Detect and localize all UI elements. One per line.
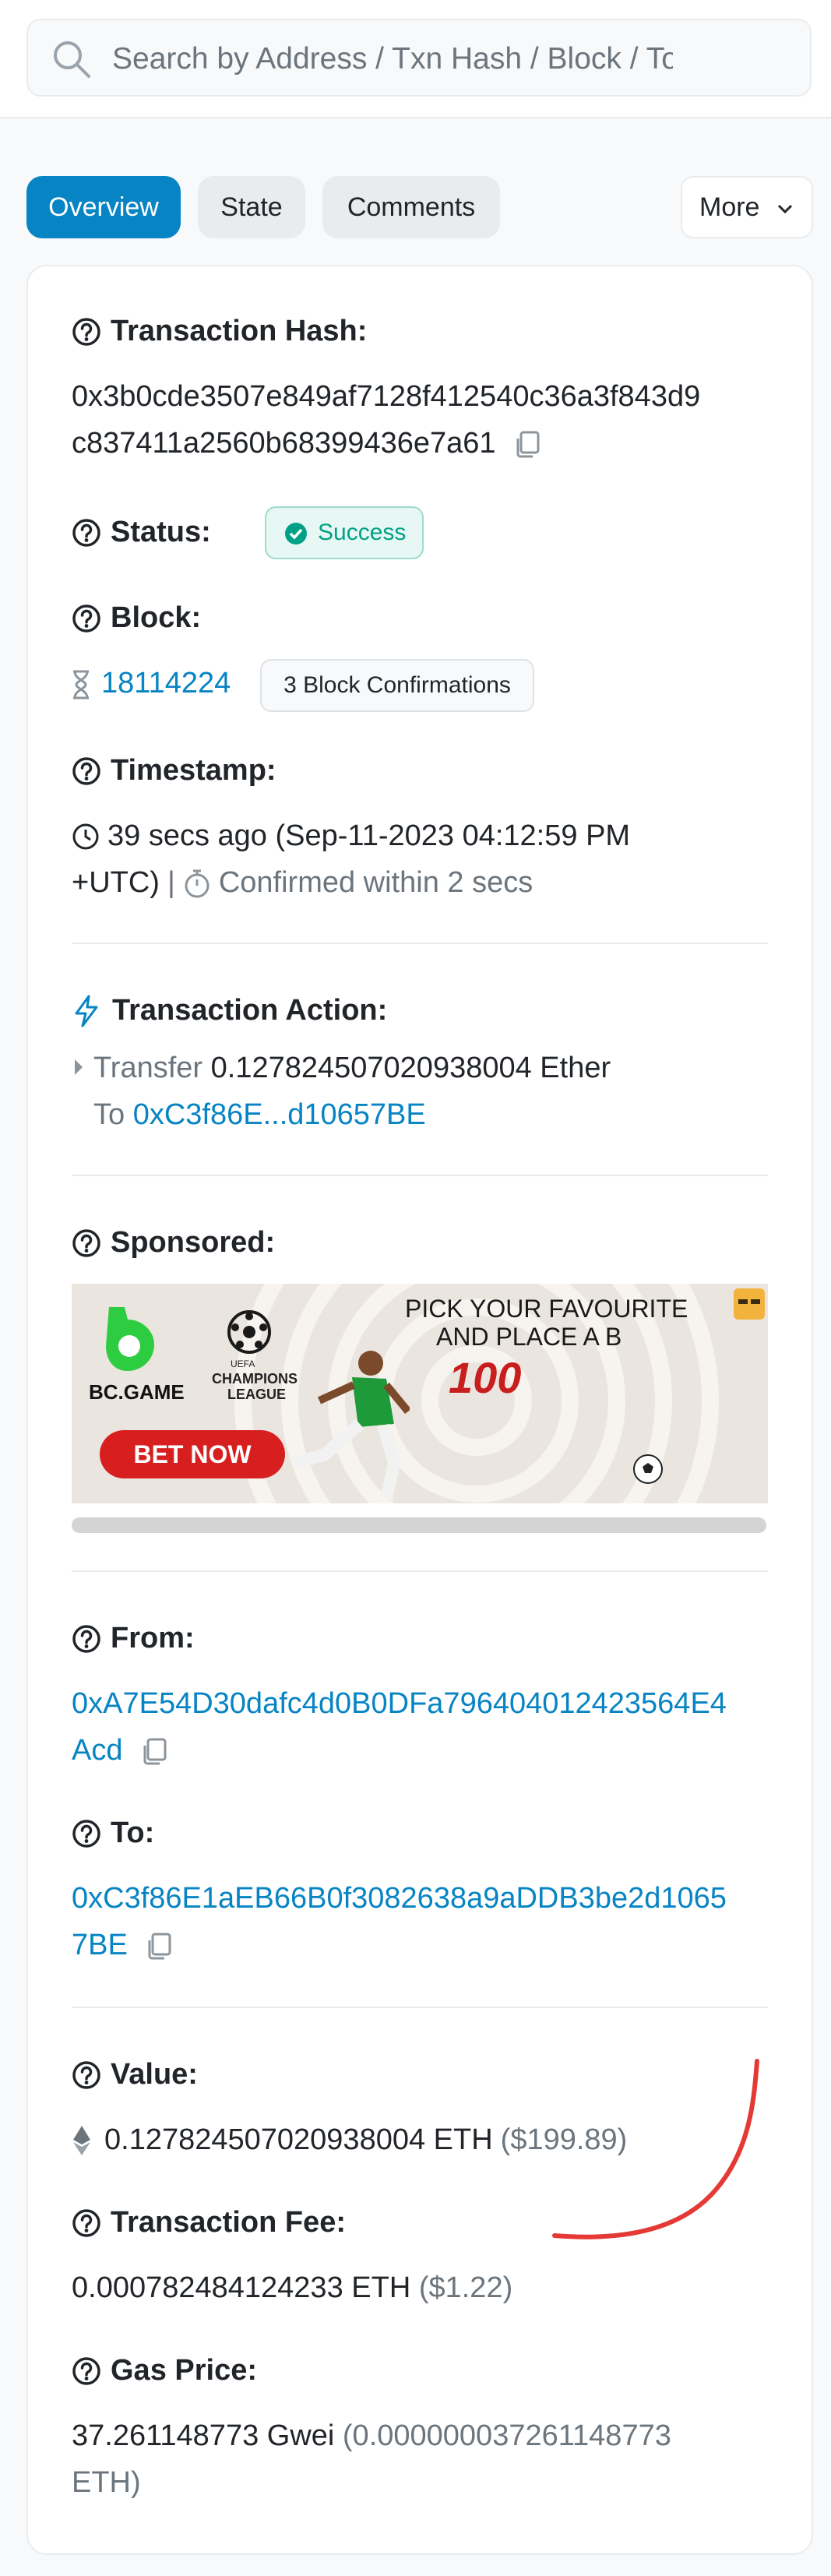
transaction-action-label: Transaction Action: — [72, 994, 387, 1027]
timestamp-separator: | — [167, 866, 175, 899]
status-label: Status: — [72, 516, 211, 549]
ad-brand: BC.GAME — [89, 1380, 185, 1404]
help-circle-icon[interactable] — [72, 1624, 101, 1654]
champions-league-logo — [227, 1310, 271, 1354]
bc-game-logo — [106, 1307, 154, 1371]
search-icon — [54, 41, 90, 78]
to-address-line1[interactable]: 0xC3f86E1aEB66B0f3082638a9aDDB3be2d1065 — [72, 1882, 727, 1915]
help-circle-icon[interactable] — [72, 756, 101, 786]
from-address-line2-row: Acd — [72, 1734, 170, 1767]
help-circle-icon[interactable] — [72, 1819, 101, 1848]
timestamp-line1: 39 secs ago (Sep-11-2023 04:12:59 PM — [107, 819, 631, 852]
more-label: More — [699, 192, 760, 222]
ad-scrollbar[interactable] — [72, 1517, 766, 1533]
transaction-hash-line2: c837411a2560b68399436e7a61 — [72, 427, 496, 460]
action-to-row: To 0xC3f86E...d10657BE — [93, 1098, 426, 1132]
hourglass-icon — [73, 670, 89, 700]
gas-price-label: Gas Price: — [72, 2354, 257, 2387]
help-circle-icon[interactable] — [72, 2060, 101, 2090]
timestamp-line2: +UTC) — [72, 866, 160, 899]
divider — [72, 1175, 768, 1176]
value-eth: 0.127824507020938004 ETH — [104, 2123, 493, 2156]
copy-icon[interactable] — [512, 429, 543, 460]
timestamp-label: Timestamp: — [72, 754, 276, 788]
action-to-address-link[interactable]: 0xC3f86E...d10657BE — [133, 1098, 426, 1131]
search-box[interactable] — [26, 19, 812, 97]
fee-usd: ($1.22) — [418, 2271, 513, 2304]
to-address-line2[interactable]: 7BE — [72, 1929, 128, 1961]
more-dropdown[interactable]: More — [681, 176, 813, 238]
block-number-link[interactable]: 18114224 — [101, 667, 231, 700]
ad-headline-line2: AND PLACE A B — [436, 1323, 622, 1351]
from-address-line1[interactable]: 0xA7E54D30dafc4d0B0DFa796404012423564E4 — [72, 1687, 727, 1721]
transaction-hash-line2-row: c837411a2560b68399436e7a61 — [72, 427, 543, 460]
to-label: To: — [72, 1817, 154, 1850]
gas-price-line1-row: 37.261148773 Gwei (0.000000037261148773 — [72, 2419, 671, 2453]
tab-overview[interactable]: Overview — [26, 176, 181, 238]
sponsored-label: Sponsored: — [72, 1226, 275, 1260]
to-address-line2-row: 7BE — [72, 1929, 174, 1962]
help-circle-icon[interactable] — [72, 2208, 101, 2238]
stopwatch-icon — [185, 869, 210, 897]
transaction-hash-line1: 0x3b0cde3507e849af7128f412540c36a3f843d9 — [72, 380, 701, 413]
confirmed-within: Confirmed within 2 secs — [218, 866, 533, 899]
ad-corner-badge — [734, 1288, 765, 1320]
value-usd: ($199.89) — [500, 2123, 628, 2156]
divider — [72, 1570, 768, 1572]
gas-gwei: 37.261148773 Gwei — [72, 2419, 335, 2452]
action-to-word: To — [93, 1098, 125, 1131]
action-verb: Transfer — [93, 1052, 203, 1084]
caret-right-icon[interactable] — [73, 1058, 84, 1077]
fee-row: 0.000782484124233 ETH ($1.22) — [72, 2271, 512, 2305]
from-address-line2[interactable]: Acd — [72, 1734, 122, 1767]
action-transfer-row: Transfer 0.127824507020938004 Ether — [93, 1052, 611, 1085]
status-badge: Success — [265, 506, 424, 559]
footballer-image — [291, 1351, 410, 1500]
copy-icon[interactable] — [139, 1736, 170, 1767]
gas-eth-line2: ETH) — [72, 2466, 141, 2499]
sponsored-ad-banner[interactable]: BC.GAME UEFA CHAMPIONS LEAGUE PICK YOUR … — [72, 1284, 768, 1503]
ethereum-icon — [73, 2125, 90, 2155]
transaction-fee-label: Transaction Fee: — [72, 2206, 346, 2239]
ad-amount: 100 — [449, 1353, 522, 1402]
check-circle-icon — [285, 523, 307, 544]
ad-bet-now-button[interactable]: BET NOW — [100, 1430, 285, 1478]
help-circle-icon[interactable] — [72, 317, 101, 347]
value-label: Value: — [72, 2058, 198, 2091]
block-label: Block: — [72, 601, 201, 635]
tab-state[interactable]: State — [198, 176, 305, 238]
help-circle-icon[interactable] — [72, 1228, 101, 1258]
help-circle-icon[interactable] — [72, 2356, 101, 2386]
value-row: 0.127824507020938004 ETH ($199.89) — [72, 2123, 627, 2157]
clock-icon — [72, 823, 99, 849]
chevron-down-icon — [777, 204, 793, 214]
timestamp-line2-row: +UTC) | Confirmed within 2 secs — [72, 866, 533, 900]
header-bar — [0, 0, 831, 118]
help-circle-icon[interactable] — [72, 604, 101, 633]
tab-comments[interactable]: Comments — [322, 176, 500, 238]
divider — [72, 2007, 768, 2008]
lightning-icon — [75, 995, 98, 1027]
search-input[interactable] — [111, 37, 674, 81]
divider — [72, 943, 768, 944]
action-amount: 0.127824507020938004 Ether — [210, 1052, 611, 1084]
ad-headline-line1: PICK YOUR FAVOURITE — [405, 1295, 688, 1323]
copy-icon[interactable] — [143, 1931, 174, 1962]
timestamp-line1-row: 39 secs ago (Sep-11-2023 04:12:59 PM — [72, 819, 630, 853]
help-circle-icon[interactable] — [72, 518, 101, 548]
football-image — [633, 1454, 663, 1484]
ad-league-line1: UEFA — [231, 1358, 255, 1369]
gas-eth-line1: (0.000000037261148773 — [342, 2419, 671, 2452]
from-label: From: — [72, 1622, 195, 1655]
block-confirmations-badge: 3 Block Confirmations — [260, 659, 534, 712]
transaction-hash-label: Transaction Hash: — [72, 315, 367, 348]
fee-eth: 0.000782484124233 ETH — [72, 2271, 411, 2304]
